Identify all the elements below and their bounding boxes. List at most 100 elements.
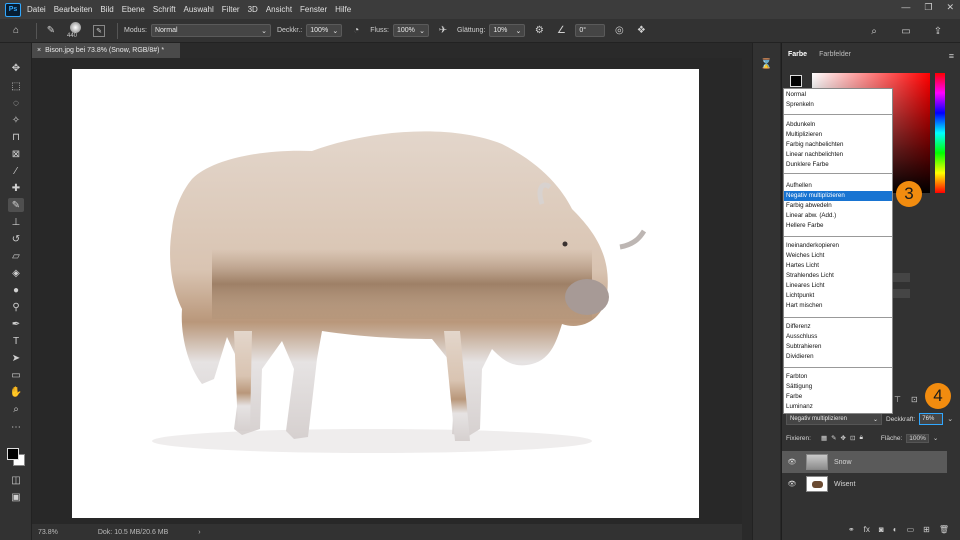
- collapse-bar[interactable]: [742, 43, 752, 540]
- foreground-color-swatch[interactable]: [7, 448, 19, 460]
- document-tab[interactable]: × Bison.jpg bei 73.8% (Snow, RGB/8#) *: [32, 43, 180, 58]
- filter-icon[interactable]: ⊤: [894, 395, 901, 404]
- menu-schrift[interactable]: Schrift: [153, 5, 176, 14]
- menu-datei[interactable]: Datei: [27, 5, 46, 14]
- blur-tool-icon[interactable]: ●: [8, 283, 24, 297]
- lock-all-icon[interactable]: 🔒︎: [859, 434, 862, 442]
- type-tool-icon[interactable]: T: [8, 334, 24, 348]
- link-layers-icon[interactable]: ⚭: [848, 525, 855, 534]
- hue-slider[interactable]: [935, 73, 945, 193]
- home-icon[interactable]: ⌂: [8, 23, 24, 39]
- angle-field[interactable]: 0°: [575, 24, 606, 37]
- brush-preset-picker[interactable]: 440: [65, 21, 87, 41]
- blend-option[interactable]: Normal: [784, 90, 892, 100]
- menu-bearbeiten[interactable]: Bearbeiten: [54, 5, 93, 14]
- document-canvas[interactable]: [72, 69, 699, 518]
- eye-icon[interactable]: 👁︎: [782, 458, 802, 466]
- artboard-icon[interactable]: ⊡: [911, 395, 918, 404]
- blend-option[interactable]: Hartes Licht: [784, 261, 892, 271]
- lasso-tool-icon[interactable]: ◌: [8, 96, 24, 110]
- new-group-icon[interactable]: ▭: [907, 525, 915, 534]
- marquee-tool-icon[interactable]: ⬚: [8, 79, 24, 93]
- blend-option[interactable]: Lineares Licht: [784, 281, 892, 291]
- layer-style-icon[interactable]: fx: [864, 525, 870, 534]
- airbrush-icon[interactable]: ✈: [435, 23, 451, 39]
- blend-option[interactable]: Differenz: [784, 322, 892, 332]
- blend-option[interactable]: Strahlendes Licht: [784, 271, 892, 281]
- blend-option[interactable]: Farbig abwedeln: [784, 201, 892, 211]
- trash-icon[interactable]: 🗑︎: [939, 525, 949, 534]
- blend-option[interactable]: Linear abw. (Add.): [784, 211, 892, 221]
- new-layer-icon[interactable]: ⊞: [923, 525, 930, 534]
- pressure-opacity-icon[interactable]: ◔: [348, 23, 364, 39]
- dodge-tool-icon[interactable]: ⚲: [8, 300, 24, 314]
- search-icon[interactable]: ⌕: [866, 23, 882, 39]
- menu-ansicht[interactable]: Ansicht: [266, 5, 292, 14]
- adjustment-layer-icon[interactable]: ◐: [893, 525, 898, 534]
- maximize-icon[interactable]: ❐: [924, 2, 932, 13]
- share-icon[interactable]: ⇪: [930, 23, 946, 39]
- blend-option[interactable]: Farbig nachbelichten: [784, 140, 892, 150]
- pressure-size-icon[interactable]: ◎: [611, 23, 627, 39]
- workspace-icon[interactable]: ▭: [898, 23, 914, 39]
- blend-option[interactable]: Aufhellen: [784, 181, 892, 191]
- hand-tool-icon[interactable]: ✋: [8, 385, 24, 399]
- lock-position-icon[interactable]: ✥: [841, 434, 846, 442]
- blend-option[interactable]: Hellere Farbe: [784, 221, 892, 231]
- eye-icon[interactable]: 👁︎: [782, 480, 802, 488]
- gear-icon[interactable]: ⚙: [531, 23, 547, 39]
- close-icon[interactable]: ✕: [946, 2, 954, 13]
- lock-transparency-icon[interactable]: ▦: [821, 434, 827, 442]
- minimize-icon[interactable]: —: [901, 2, 910, 13]
- quick-selection-tool-icon[interactable]: ✧: [8, 113, 24, 127]
- photoshop-logo-icon[interactable]: Ps: [5, 2, 21, 17]
- history-brush-tool-icon[interactable]: ↺: [8, 232, 24, 246]
- zoom-tool-icon[interactable]: ⌕: [8, 402, 24, 416]
- menu-hilfe[interactable]: Hilfe: [335, 5, 351, 14]
- eyedropper-tool-icon[interactable]: ⁄: [8, 164, 24, 178]
- blend-option[interactable]: Sprenkeln: [784, 100, 892, 110]
- history-panel-icon[interactable]: ⌛: [760, 59, 774, 73]
- fill-field[interactable]: 100%: [906, 433, 929, 443]
- flow-field[interactable]: 100% ⌄: [392, 24, 429, 37]
- close-tab-icon[interactable]: ×: [37, 47, 41, 54]
- move-tool-icon[interactable]: ✥: [8, 61, 24, 75]
- blend-option[interactable]: Abdunkeln: [784, 120, 892, 130]
- menu-fenster[interactable]: Fenster: [300, 5, 327, 14]
- quick-mask-icon[interactable]: ◫: [8, 473, 24, 487]
- blend-option[interactable]: Luminanz: [784, 402, 892, 412]
- tab-farbfelder[interactable]: Farbfelder: [813, 49, 857, 63]
- menu-ebene[interactable]: Ebene: [122, 5, 145, 14]
- opacity-field[interactable]: 100% ⌄: [306, 24, 343, 37]
- panel-foreground-swatch[interactable]: [790, 75, 802, 87]
- zoom-level[interactable]: 73.8%: [38, 529, 58, 536]
- menu-auswahl[interactable]: Auswahl: [184, 5, 214, 14]
- menu-3d[interactable]: 3D: [248, 5, 258, 14]
- layer-name[interactable]: Wisent: [834, 481, 855, 488]
- screen-mode-icon[interactable]: ▣: [8, 490, 24, 504]
- tab-farbe[interactable]: Farbe: [782, 49, 813, 63]
- blend-option[interactable]: Ineinanderkopieren: [784, 241, 892, 251]
- blend-option[interactable]: Sättigung: [784, 382, 892, 392]
- mode-select[interactable]: Normal ⌄: [150, 24, 271, 37]
- crop-tool-icon[interactable]: ⊓: [8, 130, 24, 144]
- blend-option[interactable]: Weiches Licht: [784, 251, 892, 261]
- path-selection-tool-icon[interactable]: ➤: [8, 351, 24, 365]
- frame-tool-icon[interactable]: ⊠: [8, 147, 24, 161]
- brush-tool-icon[interactable]: ✎: [8, 198, 24, 212]
- blend-option[interactable]: Lichtpunkt: [784, 291, 892, 301]
- rectangle-tool-icon[interactable]: ▭: [8, 368, 24, 382]
- layer-name[interactable]: Snow: [834, 459, 852, 466]
- layer-blend-mode-select[interactable]: Negativ multiplizieren ⌄: [786, 413, 882, 425]
- layer-opacity-field[interactable]: 76%: [919, 413, 944, 425]
- lock-pixels-icon[interactable]: ✎: [831, 434, 836, 442]
- symmetry-icon[interactable]: ❖: [633, 23, 649, 39]
- blend-option[interactable]: Dunklere Farbe: [784, 160, 892, 170]
- paint-bucket-tool-icon[interactable]: ◈: [8, 266, 24, 280]
- blend-option[interactable]: Ausschluss: [784, 332, 892, 342]
- menu-filter[interactable]: Filter: [222, 5, 240, 14]
- blend-option[interactable]: Multiplizieren: [784, 130, 892, 140]
- chevron-down-icon[interactable]: ⌄: [947, 415, 953, 423]
- blend-option[interactable]: Subtrahieren: [784, 342, 892, 352]
- layer-mask-icon[interactable]: ◙: [879, 525, 884, 534]
